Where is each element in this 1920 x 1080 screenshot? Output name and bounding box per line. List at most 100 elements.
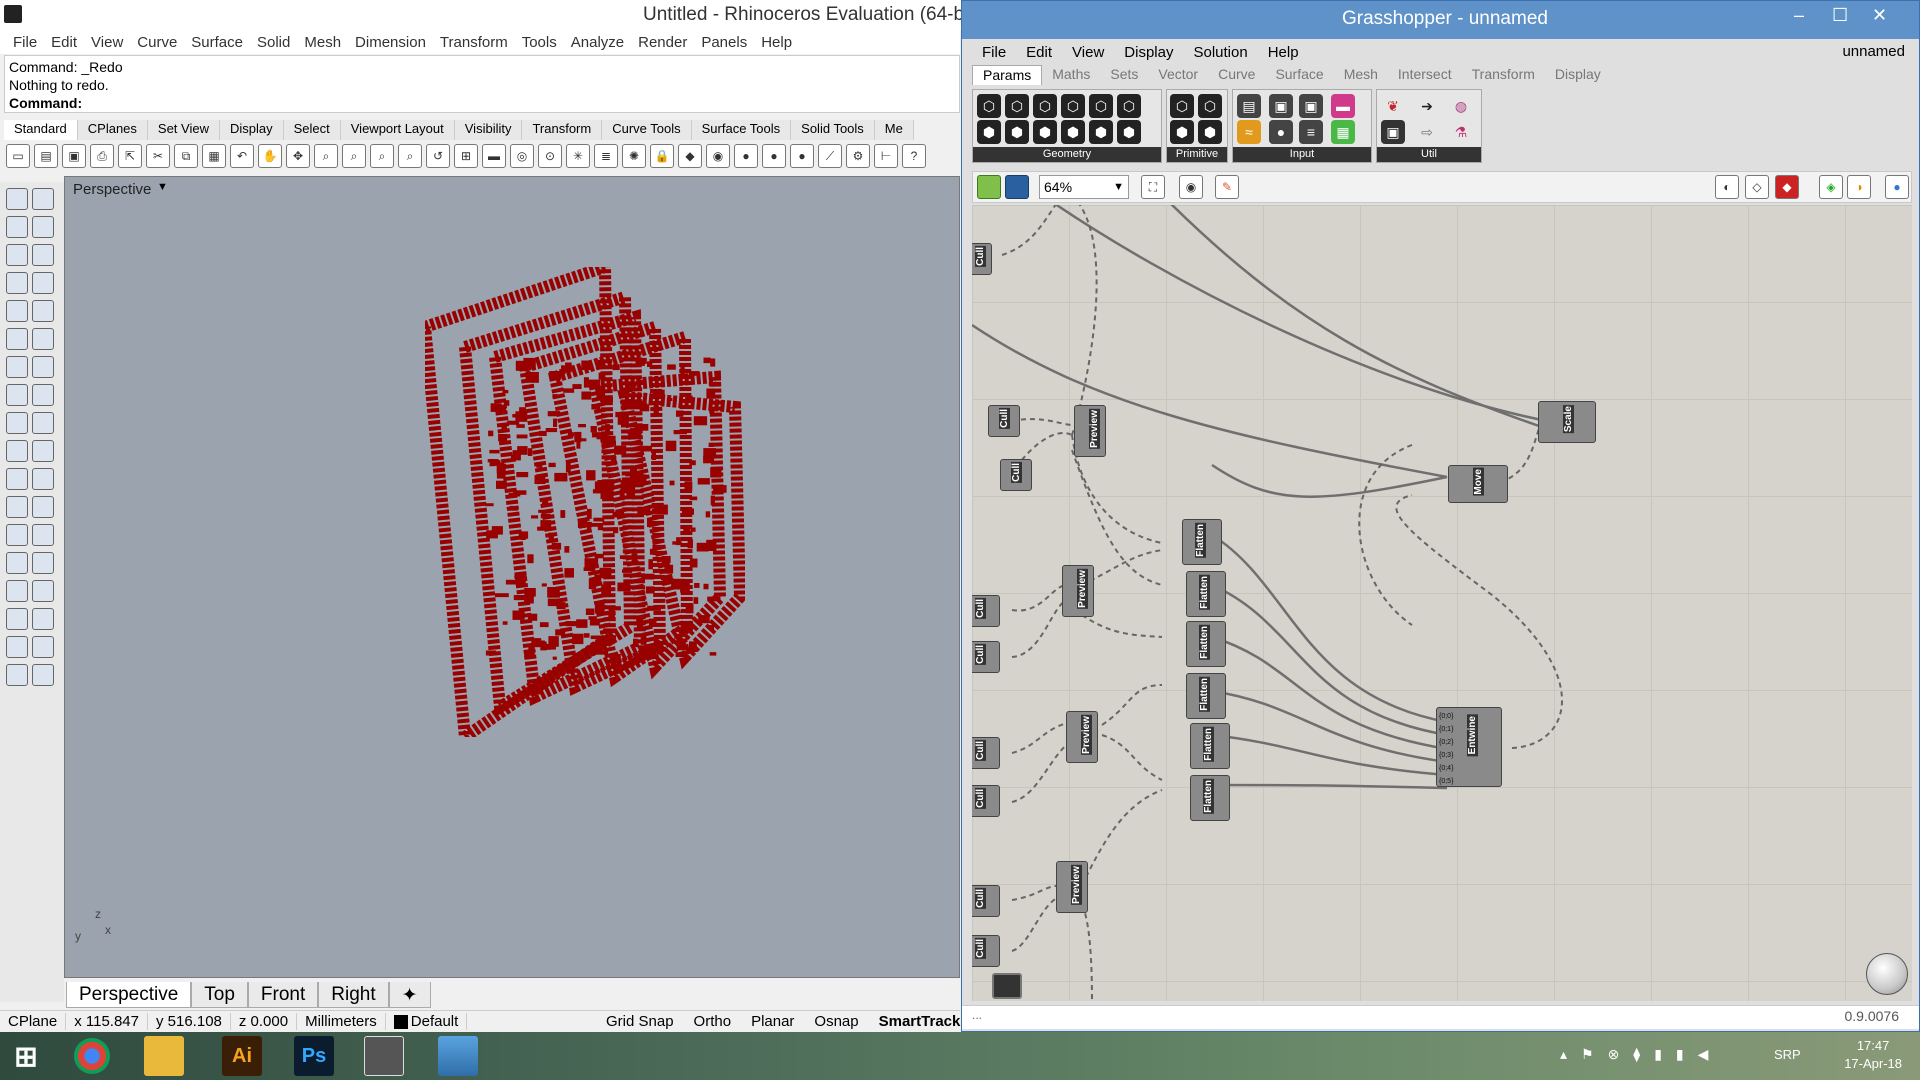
- photos-icon[interactable]: [438, 1036, 478, 1076]
- cull-node[interactable]: Cull: [972, 641, 1000, 673]
- cull-node[interactable]: Cull: [972, 243, 992, 275]
- entwine-node[interactable]: {0;0} {0;1} {0;2} {0;3} {0;4} {0;5} Entw…: [1436, 707, 1502, 787]
- gumball-icon[interactable]: [32, 608, 54, 630]
- system-tray-icons[interactable]: ▴⚑⊗⧫▮▮◀: [1560, 1046, 1722, 1063]
- toggle-grid-snap[interactable]: Grid Snap: [596, 1013, 684, 1030]
- preview-shaded-icon[interactable]: ◆: [1775, 175, 1799, 199]
- osnap-icon[interactable]: ✳: [566, 144, 590, 168]
- cylinder-icon[interactable]: [6, 384, 28, 406]
- tab-standard[interactable]: Standard: [4, 120, 78, 140]
- rhino-menu-solid[interactable]: Solid: [250, 34, 297, 51]
- preview-node[interactable]: Preview: [1066, 711, 1098, 763]
- rotate-tool-icon[interactable]: [32, 496, 54, 518]
- extrude-icon[interactable]: [32, 384, 54, 406]
- rhino-menu-surface[interactable]: Surface: [184, 34, 250, 51]
- rotate-view-icon[interactable]: ✥: [286, 144, 310, 168]
- rhino-menu-render[interactable]: Render: [631, 34, 694, 51]
- text-param-icon[interactable]: ⬢: [1198, 120, 1222, 144]
- point-icon[interactable]: [32, 188, 54, 210]
- flatten-node[interactable]: Flatten: [1186, 673, 1226, 719]
- circle-icon[interactable]: [6, 244, 28, 266]
- photoshop-icon[interactable]: Ps: [294, 1036, 334, 1076]
- curve-icon[interactable]: [32, 216, 54, 238]
- select-icon[interactable]: [6, 188, 28, 210]
- rhino-menu-edit[interactable]: Edit: [44, 34, 84, 51]
- tab-solid-tools[interactable]: Solid Tools: [791, 120, 875, 140]
- perspective-viewport[interactable]: Perspective ▼ z y x: [64, 176, 960, 978]
- viewport-tab-perspective[interactable]: Perspective: [66, 982, 192, 1008]
- zoom-selected-icon[interactable]: ⌕: [398, 144, 422, 168]
- status-units[interactable]: Millimeters: [297, 1013, 386, 1030]
- explode-icon[interactable]: [32, 468, 54, 490]
- close-icon[interactable]: ✕: [1872, 5, 1887, 26]
- rhino-menu-curve[interactable]: Curve: [130, 34, 184, 51]
- undo-view-icon[interactable]: ↺: [426, 144, 450, 168]
- mesh-param-icon[interactable]: ⬢: [1117, 120, 1141, 144]
- viewport-title[interactable]: Perspective: [73, 181, 151, 198]
- color-wheel-icon[interactable]: ◉: [706, 144, 730, 168]
- gh-tab-maths[interactable]: Maths: [1042, 65, 1100, 85]
- tab-surface-tools[interactable]: Surface Tools: [691, 120, 792, 140]
- environment-icon[interactable]: [32, 664, 54, 686]
- tab-viewport-layout[interactable]: Viewport Layout: [340, 120, 455, 140]
- save-file-icon[interactable]: [1005, 175, 1029, 199]
- rhino-menu-dimension[interactable]: Dimension: [348, 34, 433, 51]
- arc-icon[interactable]: [6, 272, 28, 294]
- loft-icon[interactable]: [32, 328, 54, 350]
- entwine-input[interactable]: {0;0}: [1439, 710, 1453, 723]
- zoom-icon[interactable]: ⌕: [314, 144, 338, 168]
- tab-select[interactable]: Select: [283, 120, 341, 140]
- zoom-dropdown[interactable]: 64% ▼: [1039, 175, 1129, 199]
- relay-arrow-icon[interactable]: ➔: [1415, 94, 1439, 118]
- check-icon[interactable]: [32, 636, 54, 658]
- gh-document-name[interactable]: unnamed: [1842, 43, 1905, 60]
- cull-node[interactable]: Cull: [972, 737, 1000, 769]
- gh-menu-view[interactable]: View: [1062, 44, 1114, 61]
- status-cplane[interactable]: CPlane: [0, 1013, 67, 1030]
- viewport-tab-top[interactable]: Top: [191, 982, 248, 1008]
- cull-node[interactable]: Cull: [972, 595, 1000, 627]
- tab-set-view[interactable]: Set View: [147, 120, 220, 140]
- geometry-param-icon[interactable]: ⬡: [977, 94, 1001, 118]
- car-icon[interactable]: ▬: [482, 144, 506, 168]
- boolean-param-icon[interactable]: ⬡: [1170, 94, 1194, 118]
- gradient-icon[interactable]: ▬: [1331, 94, 1355, 118]
- canvas-preview-thumbnail-icon[interactable]: [992, 973, 1022, 999]
- cull-node[interactable]: Cull: [972, 935, 1000, 967]
- solid-tool-icon[interactable]: [6, 580, 28, 602]
- maximize-icon[interactable]: ☐: [1832, 5, 1848, 26]
- zoom-window-icon[interactable]: ⌕: [342, 144, 366, 168]
- pan-icon[interactable]: ✋: [258, 144, 282, 168]
- gh-tab-sets[interactable]: Sets: [1100, 65, 1148, 85]
- copy-icon[interactable]: ⧉: [174, 144, 198, 168]
- dimension-tool-icon[interactable]: [32, 580, 54, 602]
- plane-param-icon[interactable]: ⬢: [1005, 120, 1029, 144]
- rhino-menu-help[interactable]: Help: [754, 34, 799, 51]
- gh-tab-intersect[interactable]: Intersect: [1388, 65, 1462, 85]
- gh-canvas[interactable]: Cull Cull Cull Cull Cull Cull Cull Cull …: [972, 205, 1912, 1001]
- trim-icon[interactable]: [6, 440, 28, 462]
- flatten-node[interactable]: Flatten: [1190, 723, 1230, 769]
- box-param-icon[interactable]: ⬡: [1089, 94, 1113, 118]
- gh-tab-curve[interactable]: Curve: [1208, 65, 1265, 85]
- sketch-icon[interactable]: ✎: [1215, 175, 1239, 199]
- boolean-icon[interactable]: [32, 356, 54, 378]
- add-viewport-tab-icon[interactable]: ✦: [388, 982, 431, 1008]
- flatten-node[interactable]: Flatten: [1190, 775, 1230, 821]
- cull-node[interactable]: Cull: [988, 405, 1020, 437]
- dimension-icon[interactable]: ⟋: [818, 144, 842, 168]
- preview-mesh-icon[interactable]: ●: [1885, 175, 1909, 199]
- slider-icon[interactable]: ●: [1269, 120, 1293, 144]
- rendered-icon[interactable]: ●: [790, 144, 814, 168]
- line-param-icon[interactable]: ⬢: [977, 120, 1001, 144]
- rhino-menu-tools[interactable]: Tools: [515, 34, 564, 51]
- cut-icon[interactable]: ✂: [146, 144, 170, 168]
- join-icon[interactable]: [6, 468, 28, 490]
- entwine-input[interactable]: {0;5}: [1439, 775, 1453, 788]
- light-tool-icon[interactable]: [32, 412, 54, 434]
- windows-start-icon[interactable]: ⊞: [6, 1036, 46, 1076]
- illustrator-icon[interactable]: Ai: [222, 1036, 262, 1076]
- box-icon[interactable]: [6, 356, 28, 378]
- viewport-menu-arrow-icon[interactable]: ▼: [157, 181, 168, 193]
- toggle-osnap[interactable]: Osnap: [804, 1013, 868, 1030]
